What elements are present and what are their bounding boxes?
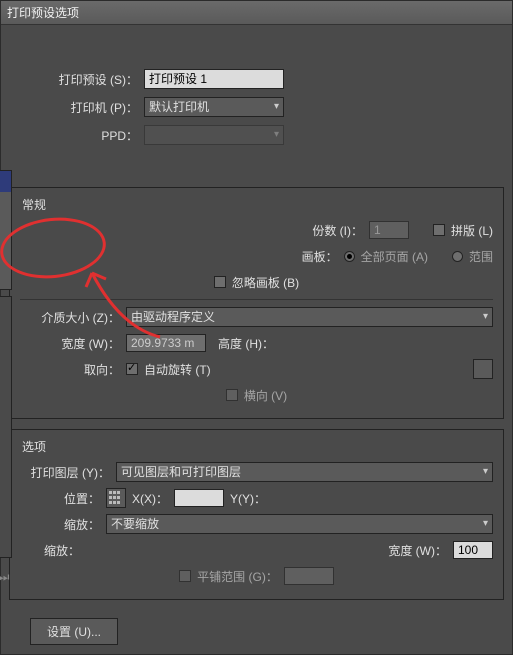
list-item-general[interactable]: 常规 [9,171,11,192]
x-input[interactable] [174,489,224,507]
autorotate-label: 自动旋转 (T) [144,361,211,378]
printer-dropdown[interactable]: 默认打印机 [144,97,284,117]
category-list[interactable]: 常规 标记和出血 输出 图形 颜色管理 高级 小结 [9,170,12,290]
tile-label: 平铺范围 (G)： [197,568,278,585]
orient-icon[interactable] [473,359,493,379]
section-options: 选项 打印图层 (Y)： 可见图层和可打印图层 位置： X(X)： Y(Y)： [9,429,504,600]
height-label: 高度 (H)： [218,335,274,352]
landscape-checkbox [226,389,238,401]
anchor-grid[interactable] [106,488,126,508]
preset-input[interactable]: 打印预设 1 [144,69,284,89]
preview-nav: ⏮ ◀ ▶ ⏭ [9,564,12,590]
y-label: Y(Y)： [230,490,266,507]
width-input[interactable]: 209.9733 m [126,334,206,352]
list-item-marks[interactable]: 标记和出血 [9,192,11,213]
preview-area [9,296,12,558]
artboard-label: 画板： [302,248,338,265]
list-item-graphics[interactable]: 图形 [9,234,11,255]
range-label: 范围 [469,248,493,265]
all-label: 全部页面 (A) [361,248,428,265]
section-general-title: 常规 [20,196,493,213]
window-title: 打印预设选项 [1,1,512,25]
nav-last-icon[interactable]: ⏭ [9,569,12,585]
scale2-label: 缩放： [20,542,80,559]
width2-input[interactable]: 100 [453,541,493,559]
copies-label: 份数 (I)： [312,222,363,239]
x-label: X(X)： [132,490,168,507]
preset-label: 打印预设 (S)： [9,71,144,88]
ignore-label: 忽略画板 (B) [232,274,299,291]
copies-input[interactable]: 1 [369,221,409,239]
media-label: 介质大小 (Z)： [20,309,120,326]
orient-label: 取向： [20,361,120,378]
section-options-title: 选项 [20,438,493,455]
tile-checkbox [179,570,191,582]
ppd-dropdown [144,125,284,145]
printer-label: 打印机 (P)： [9,99,144,116]
media-dropdown[interactable]: 由驱动程序定义 [126,307,493,327]
ppd-label: PPD： [9,127,144,144]
placement-label: 位置： [20,490,100,507]
layers-dropdown[interactable]: 可见图层和可打印图层 [116,462,493,482]
collate-label: 拼版 (L) [451,222,493,239]
list-item-color[interactable]: 颜色管理 [9,255,11,276]
settings-button[interactable]: 设置 (U)... [30,618,118,645]
tile-input [284,567,334,585]
landscape-label: 横向 (V) [244,387,287,404]
collate-checkbox[interactable] [433,224,445,236]
width-label: 宽度 (W)： [20,335,120,352]
layers-label: 打印图层 (Y)： [20,464,110,481]
autorotate-checkbox[interactable] [126,363,138,375]
list-item-output[interactable]: 输出 [9,213,11,234]
scale-label: 缩放： [20,516,100,533]
scale-dropdown[interactable]: 不要缩放 [106,514,493,534]
section-general: 常规 份数 (I)： 1 拼版 (L) 画板： 全部页面 (A) [9,187,504,419]
width2-label: 宽度 (W)： [388,542,447,559]
ignore-checkbox[interactable] [214,276,226,288]
all-radio[interactable] [344,251,355,262]
range-radio[interactable] [452,251,463,262]
list-item-advanced[interactable]: 高级 [9,276,11,290]
